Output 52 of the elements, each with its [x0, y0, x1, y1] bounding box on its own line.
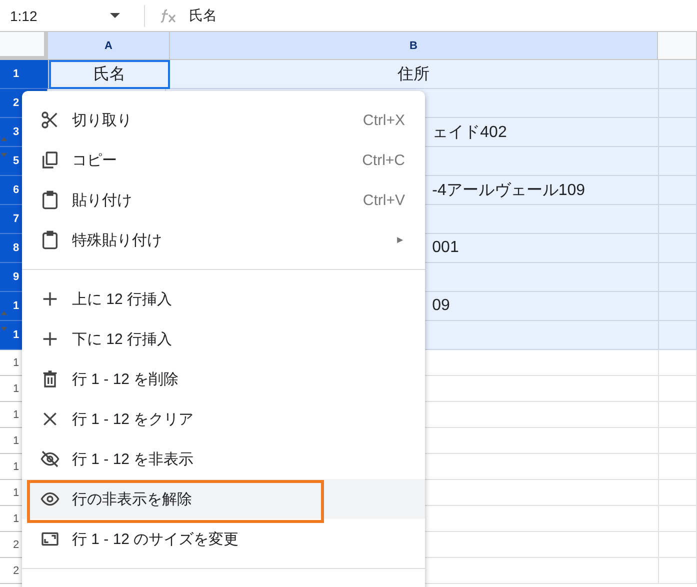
- table-cell: [659, 292, 697, 321]
- column-header[interactable]: A: [48, 32, 170, 60]
- clipboard-icon: [40, 190, 60, 210]
- table-cell: [659, 376, 697, 402]
- eye-off-icon: [40, 449, 60, 469]
- menu-item-label: 行 1 - 12 のサイズを変更: [72, 530, 240, 548]
- copy-icon: [40, 150, 60, 170]
- row-header[interactable]: 1: [0, 60, 49, 89]
- table-cell: [658, 60, 697, 89]
- menu-item-label: 行 1 - 12 を削除: [72, 370, 180, 388]
- name-box[interactable]: 1:12: [10, 8, 38, 24]
- dropdown-caret-icon[interactable]: [110, 13, 120, 18]
- menu-item[interactable]: 行 1 - 12 を削除: [22, 359, 425, 399]
- scissors-icon: [40, 110, 60, 130]
- table-cell: [659, 205, 697, 234]
- table-cell: [659, 118, 697, 147]
- table-cell: [659, 506, 697, 532]
- menu-item-label: 切り取り: [72, 110, 133, 130]
- table-cell: [659, 428, 697, 454]
- table-cell: [659, 147, 697, 176]
- menu-item[interactable]: 下に 12 行挿入: [22, 319, 425, 359]
- table-cell: [659, 480, 697, 506]
- shortcut-label: Ctrl+C: [362, 152, 405, 168]
- table-cell: [659, 350, 697, 376]
- table-cell: 住所: [170, 60, 659, 89]
- menu-item-label: 行 1 - 12 を非表示: [72, 450, 195, 468]
- table-cell: [659, 176, 697, 205]
- table-cell: [659, 454, 697, 480]
- table-cell: 氏名: [48, 60, 170, 89]
- table-cell: [659, 234, 697, 263]
- column-header[interactable]: B: [170, 32, 658, 60]
- hidden-rows-arrows-icon[interactable]: [1, 310, 7, 332]
- formula-field[interactable]: 氏名: [189, 6, 217, 24]
- column-header[interactable]: [658, 32, 697, 60]
- table-cell: [659, 321, 697, 350]
- menu-item-label: 行の非表示を解除: [72, 490, 193, 508]
- table-cell: [659, 89, 697, 118]
- menu-item-label: コピー: [72, 150, 118, 170]
- menu-item-label: 貼り付け: [72, 190, 133, 210]
- menu-item[interactable]: 行 1 - 12 を非表示: [22, 439, 425, 479]
- hidden-rows-arrows-icon[interactable]: [1, 136, 7, 158]
- select-all-corner[interactable]: [0, 32, 48, 60]
- table-cell: [659, 402, 697, 428]
- table-cell: [659, 263, 697, 292]
- menu-item-label: 下に 12 行挿入: [72, 330, 174, 348]
- menu-item[interactable]: 行 1 - 12 をクリア: [22, 399, 425, 439]
- menu-item-label: 特殊貼り付け: [72, 230, 163, 250]
- clipboard-icon: [40, 230, 60, 250]
- menu-item-label: 行 1 - 12 をクリア: [72, 410, 195, 428]
- menu-item[interactable]: 行 1 - 12 のサイズを変更: [22, 519, 425, 559]
- submenu-arrow: ►: [395, 234, 405, 246]
- table-cell: [659, 532, 697, 558]
